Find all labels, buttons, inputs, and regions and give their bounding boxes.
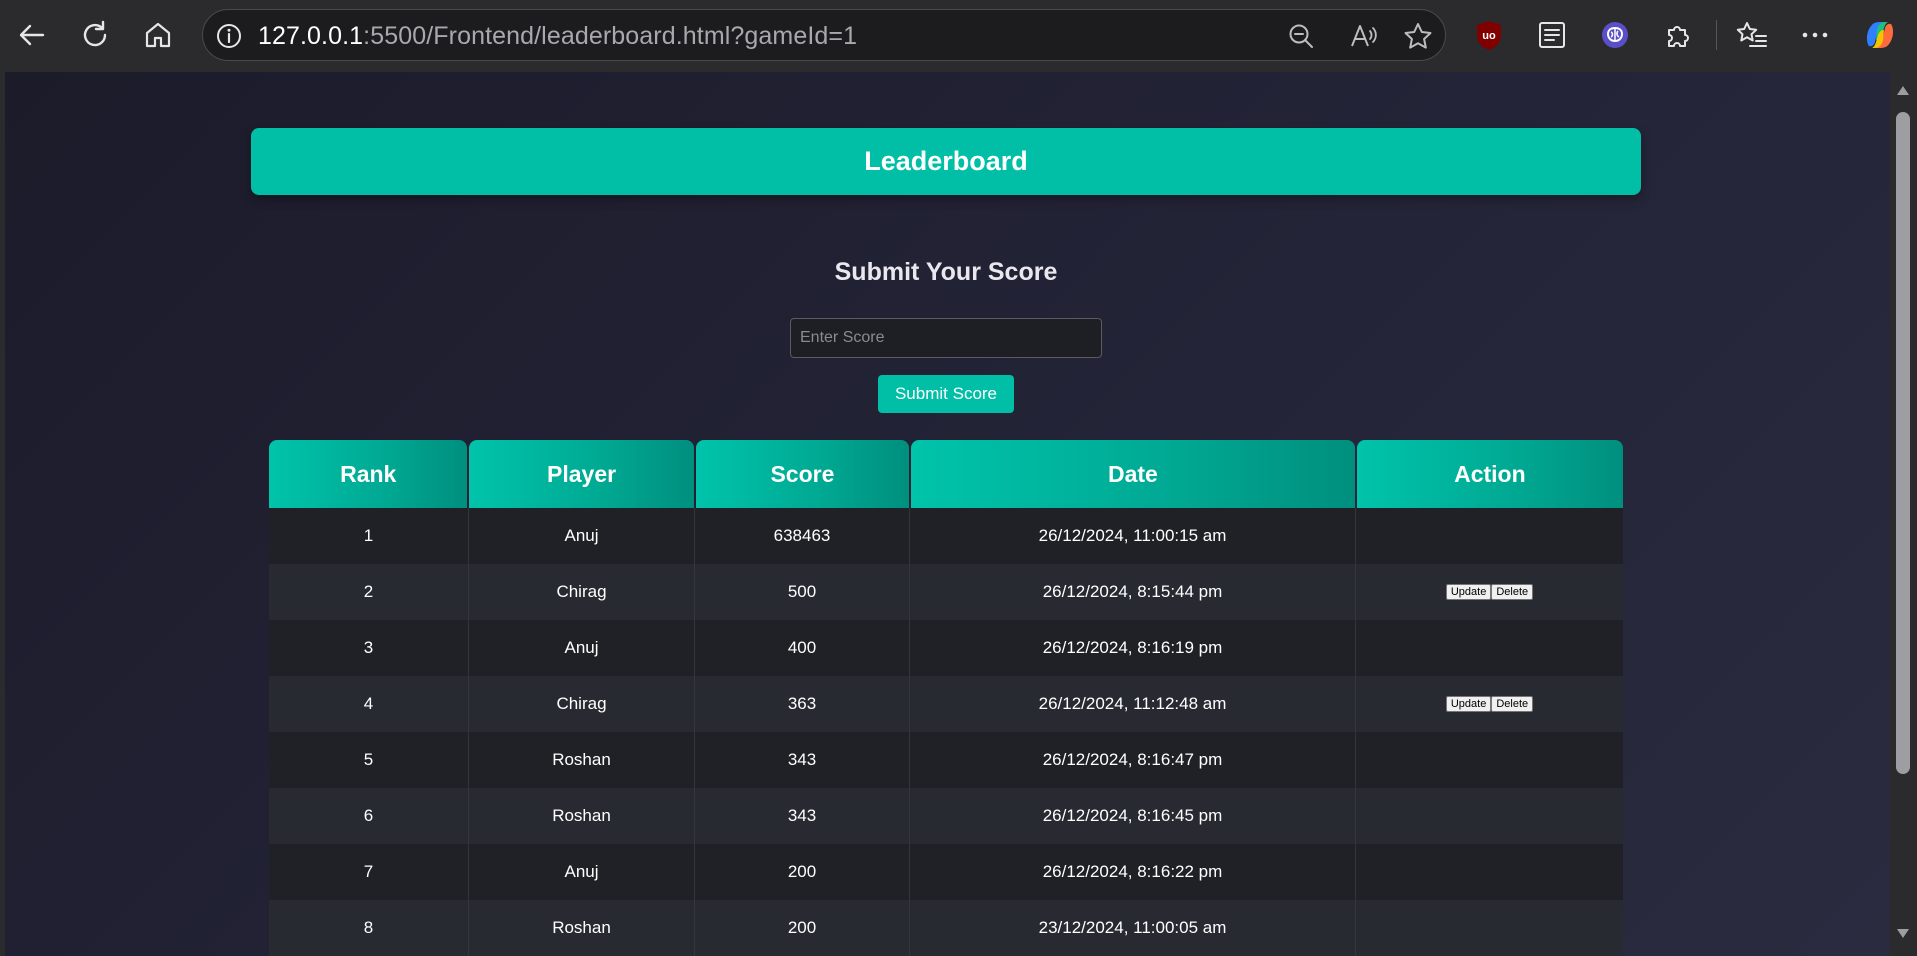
rank-cell: 1 [269,508,469,564]
page-viewport: Leaderboard Submit Your Score Submit Sco… [5,72,1890,956]
score-cell: 343 [695,788,910,844]
home-icon[interactable] [135,12,181,58]
toolbar-divider [1716,20,1717,50]
update-button[interactable]: Update [1445,696,1492,712]
column-header-action: Action [1356,440,1623,508]
rank-cell: 5 [269,732,469,788]
action-cell [1356,900,1623,956]
reading-view-icon[interactable] [1529,12,1575,58]
delete-button[interactable]: Delete [1491,584,1534,600]
read-aloud-icon[interactable] [1349,22,1379,50]
action-cell: Update Delete [1356,564,1623,620]
update-button[interactable]: Update [1445,584,1492,600]
table-row: 4 Chirag 363 26/12/2024, 11:12:48 am Upd… [269,676,1623,732]
rank-cell: 8 [269,900,469,956]
scrollbar-thumb[interactable] [1896,112,1910,774]
scroll-up-arrow-icon[interactable] [1896,84,1910,96]
more-menu-icon[interactable] [1792,12,1838,58]
score-cell: 500 [695,564,910,620]
url-path: :5500/Frontend/leaderboard.html?gameId=1 [363,22,858,50]
action-cell [1356,732,1623,788]
action-cell [1356,508,1623,564]
rank-cell: 3 [269,620,469,676]
ublock-icon[interactable]: uo [1466,12,1512,58]
date-cell: 26/12/2024, 8:15:44 pm [910,564,1356,620]
player-cell: Roshan [469,732,695,788]
column-header-score: Score [695,440,910,508]
address-bar[interactable]: 127.0.0.1:5500/Frontend/leaderboard.html… [202,9,1446,61]
refresh-icon[interactable] [72,12,118,58]
table-header: Rank Player Score Date Action [269,440,1623,508]
rank-cell: 6 [269,788,469,844]
favorite-star-icon[interactable] [1403,22,1433,50]
url-host: 127.0.0.1 [258,22,364,50]
date-cell: 23/12/2024, 11:00:05 am [910,900,1356,956]
submit-score-button[interactable]: Submit Score [878,375,1014,413]
page-title: Leaderboard [864,146,1028,176]
table-row: 3 Anuj 400 26/12/2024, 8:16:19 pm [269,620,1623,676]
player-cell: Roshan [469,788,695,844]
copilot-icon[interactable] [1857,12,1903,58]
date-cell: 26/12/2024, 8:16:45 pm [910,788,1356,844]
rank-cell: 7 [269,844,469,900]
table-row: 1 Anuj 638463 26/12/2024, 11:00:15 am [269,508,1623,564]
column-header-rank: Rank [269,440,468,508]
score-cell: 343 [695,732,910,788]
score-cell: 400 [695,620,910,676]
browser-toolbar: 127.0.0.1:5500/Frontend/leaderboard.html… [0,0,1917,72]
score-cell: 363 [695,676,910,732]
action-cell [1356,788,1623,844]
table-row: 5 Roshan 343 26/12/2024, 8:16:47 pm [269,732,1623,788]
url-text[interactable]: 127.0.0.1:5500/Frontend/leaderboard.html… [258,22,857,51]
zoom-out-icon[interactable] [1287,22,1315,50]
player-cell: Roshan [469,900,695,956]
score-cell: 638463 [695,508,910,564]
date-cell: 26/12/2024, 8:16:22 pm [910,844,1356,900]
back-icon[interactable] [9,12,55,58]
date-cell: 26/12/2024, 8:16:47 pm [910,732,1356,788]
table-row: 2 Chirag 500 26/12/2024, 8:15:44 pm Upda… [269,564,1623,620]
extensions-puzzle-icon[interactable] [1655,12,1701,58]
table-row: 7 Anuj 200 26/12/2024, 8:16:22 pm [269,844,1623,900]
player-cell: Anuj [469,620,695,676]
player-cell: Anuj [469,508,695,564]
score-cell: 200 [695,844,910,900]
table-row: 8 Roshan 200 23/12/2024, 11:00:05 am [269,900,1623,956]
favorites-list-icon[interactable] [1729,12,1775,58]
info-icon[interactable] [215,22,243,50]
leaderboard-banner: Leaderboard [251,128,1641,195]
player-cell: Chirag [469,564,695,620]
player-cell: Chirag [469,676,695,732]
submit-score-heading: Submit Your Score [834,258,1058,286]
date-cell: 26/12/2024, 8:16:19 pm [910,620,1356,676]
rank-cell: 2 [269,564,469,620]
svg-text:uo: uo [1482,30,1496,42]
column-header-player: Player [469,440,694,508]
brain-extension-icon[interactable] [1592,12,1638,58]
delete-button[interactable]: Delete [1491,696,1534,712]
action-cell [1356,844,1623,900]
vertical-scrollbar[interactable] [1890,72,1917,956]
scroll-down-arrow-icon[interactable] [1896,928,1910,940]
player-cell: Anuj [469,844,695,900]
date-cell: 26/12/2024, 11:00:15 am [910,508,1356,564]
action-cell: Update Delete [1356,676,1623,732]
leaderboard-table: Rank Player Score Date Action 1 Anuj 638… [269,440,1623,956]
table-row: 6 Roshan 343 26/12/2024, 8:16:45 pm [269,788,1623,844]
date-cell: 26/12/2024, 11:12:48 am [910,676,1356,732]
score-cell: 200 [695,900,910,956]
score-input[interactable] [790,318,1102,358]
rank-cell: 4 [269,676,469,732]
action-cell [1356,620,1623,676]
column-header-date: Date [911,440,1355,508]
